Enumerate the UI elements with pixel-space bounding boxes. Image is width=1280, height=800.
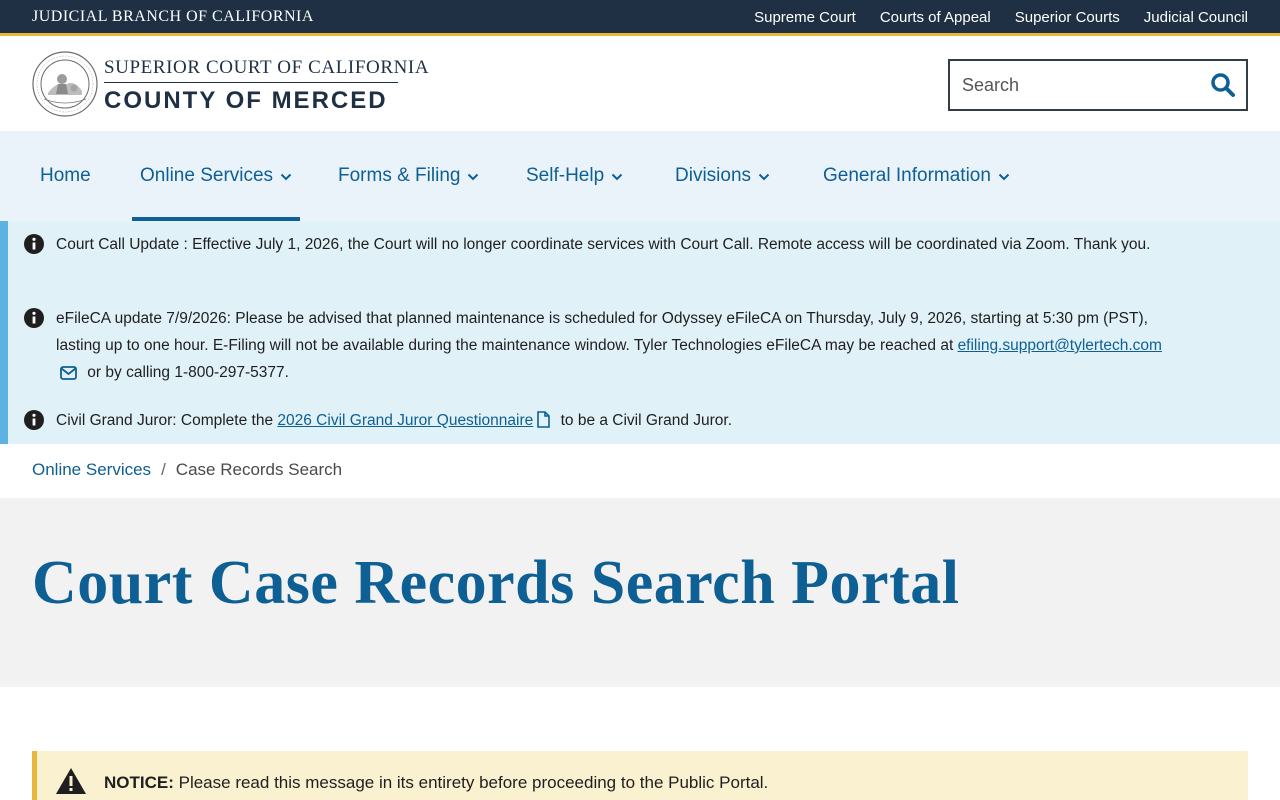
- search-box: [948, 59, 1248, 111]
- info-icon: [24, 410, 44, 430]
- alert-text: Court Call Update : Effective July 1, 20…: [56, 236, 1151, 253]
- warning-icon: [56, 768, 86, 794]
- search-button[interactable]: [1208, 71, 1238, 101]
- chevron-down-icon: [611, 173, 623, 181]
- chevron-down-icon: [468, 173, 479, 181]
- notice-box: NOTICE: Please read this message in its …: [32, 751, 1248, 800]
- chevron-down-icon: [758, 173, 770, 181]
- nav-forms-filing-label: Forms & Filing: [338, 165, 461, 186]
- court-name-line1[interactable]: SUPERIOR COURT OF CALIFORNIA: [104, 57, 429, 79]
- notice-message: Please read this message in its entirety…: [173, 773, 769, 792]
- chevron-down-icon: [998, 173, 1010, 181]
- nav-online-services[interactable]: Online Services: [131, 131, 301, 221]
- alert-text: Civil Grand Juror: Complete the 2026 Civ…: [56, 407, 1186, 434]
- search-input[interactable]: [950, 61, 1200, 109]
- judicial-branch-brand[interactable]: JUDICIAL BRANCH OF CALIFORNIA: [32, 8, 314, 26]
- nav-forms-filing[interactable]: Forms & Filing: [338, 131, 479, 221]
- utility-bar: JUDICIAL BRANCH OF CALIFORNIA Supreme Co…: [0, 0, 1280, 36]
- envelope-icon: [60, 366, 77, 380]
- nav-general-information[interactable]: General Information: [823, 131, 1010, 221]
- alert-banner: Court Call Update : Effective July 1, 20…: [0, 221, 1280, 444]
- notice-text: NOTICE: Please read this message in its …: [104, 773, 768, 793]
- alert-text-after: or by calling 1-800-297-5377.: [83, 364, 289, 381]
- notice-label: NOTICE:: [104, 773, 174, 792]
- document-icon: [537, 411, 551, 428]
- chevron-down-icon: [280, 173, 292, 181]
- nav-home-label: Home: [40, 165, 91, 186]
- breadcrumb: Online Services / Case Records Search: [32, 460, 342, 480]
- efiling-support-email-link[interactable]: efiling.support@tylertech.com: [958, 337, 1162, 354]
- supreme-court-link[interactable]: Supreme Court: [754, 9, 856, 26]
- grand-juror-questionnaire-link[interactable]: 2026 Civil Grand Juror Questionnaire: [277, 412, 533, 429]
- search-icon: [1211, 72, 1235, 97]
- breadcrumb-separator: /: [161, 460, 166, 479]
- main-nav: Home Online Services Forms & Filing Self…: [0, 131, 1280, 221]
- page-hero: Court Case Records Search Portal: [0, 498, 1280, 687]
- court-seal-logo[interactable]: [32, 51, 98, 117]
- utility-links: Supreme Court Courts of Appeal Superior …: [754, 9, 1248, 26]
- courts-of-appeal-link[interactable]: Courts of Appeal: [880, 9, 991, 26]
- alert-text-before: Civil Grand Juror: Complete the: [56, 412, 278, 429]
- alert-text-after: to be a Civil Grand Juror.: [556, 412, 733, 429]
- court-name-line2[interactable]: COUNTY OF MERCED: [104, 87, 388, 115]
- nav-divisions-label: Divisions: [675, 165, 752, 186]
- superior-courts-link[interactable]: Superior Courts: [1015, 9, 1120, 26]
- nav-self-help-label: Self-Help: [526, 165, 605, 186]
- nav-online-services-label: Online Services: [140, 165, 274, 186]
- nav-home[interactable]: Home: [40, 131, 91, 221]
- info-icon: [24, 308, 44, 328]
- judicial-council-link[interactable]: Judicial Council: [1144, 9, 1248, 26]
- nav-self-help[interactable]: Self-Help: [526, 131, 623, 221]
- nav-divisions[interactable]: Divisions: [675, 131, 770, 221]
- nav-general-information-label: General Information: [823, 165, 991, 186]
- breadcrumb-online-services[interactable]: Online Services: [32, 460, 151, 480]
- court-name-divider: [104, 82, 398, 83]
- breadcrumb-current: Case Records Search: [175, 460, 343, 479]
- site-header: SUPERIOR COURT OF CALIFORNIA COUNTY OF M…: [0, 39, 1280, 131]
- page-title: Court Case Records Search Portal: [32, 549, 960, 617]
- alert-text: eFileCA update 7/9/2026: Please be advis…: [56, 305, 1186, 386]
- info-icon: [24, 234, 44, 254]
